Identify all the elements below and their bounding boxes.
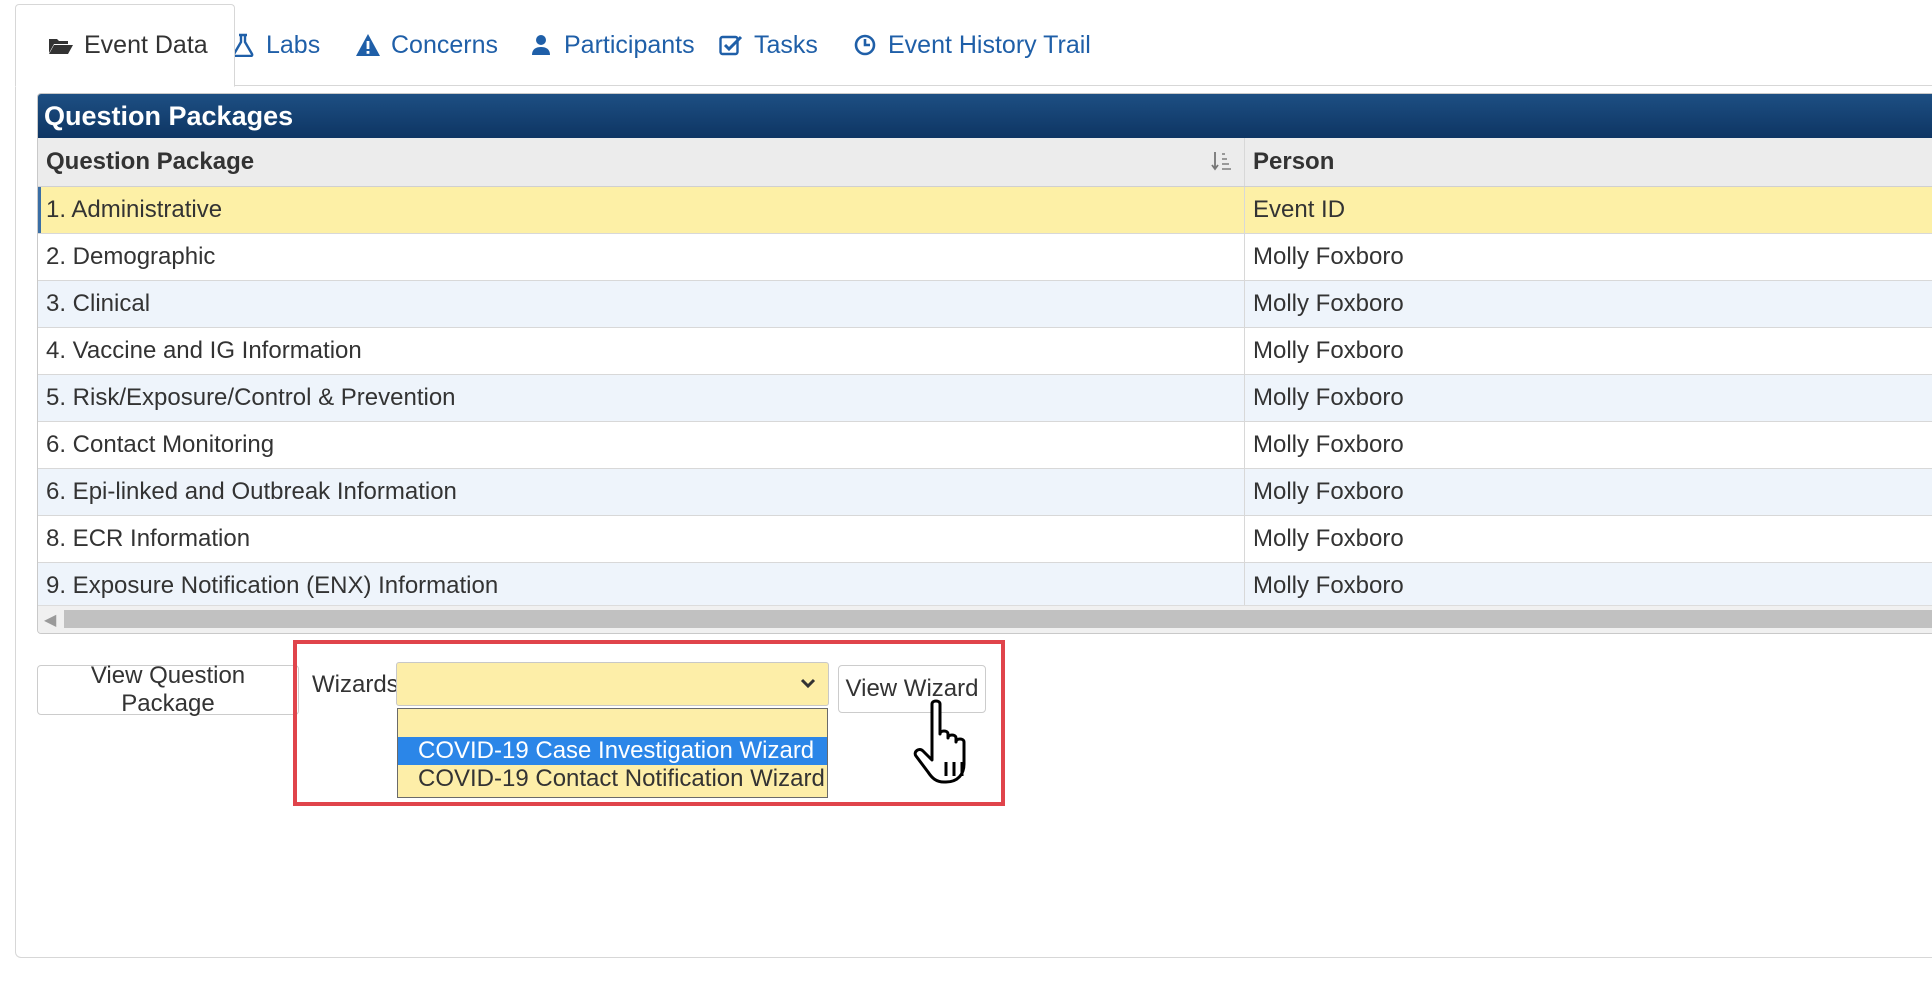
column-header-person[interactable]: Person [1245, 138, 1932, 186]
scrollbar-thumb[interactable] [64, 610, 1932, 628]
table-row[interactable]: 3. Clinical Molly Foxboro [38, 281, 1932, 328]
table-row[interactable]: 8. ECR Information Molly Foxboro [38, 516, 1932, 563]
person-cell: Molly Foxboro [1253, 243, 1404, 270]
tab-label: Labs [266, 30, 321, 59]
grid-title: Question Packages [38, 94, 1932, 138]
person-cell: Molly Foxboro [1253, 431, 1404, 458]
question-package-cell: 9. Exposure Notification (ENX) Informati… [38, 563, 1245, 609]
user-icon [526, 32, 556, 58]
person-cell: Molly Foxboro [1253, 572, 1404, 599]
folder-open-icon [46, 33, 76, 59]
horizontal-scrollbar[interactable]: ◀ [38, 605, 1932, 633]
tab-event-data[interactable]: Event Data [15, 4, 235, 87]
question-package-cell: 4. Vaccine and IG Information [38, 328, 1245, 374]
table-row[interactable]: 6. Epi-linked and Outbreak Information M… [38, 469, 1932, 516]
warning-icon [353, 32, 383, 58]
hand-pointer-cursor-icon [910, 698, 990, 790]
clock-icon [850, 32, 880, 58]
person-cell: Molly Foxboro [1253, 384, 1404, 411]
table-row[interactable]: 2. Demographic Molly Foxboro [38, 234, 1932, 281]
annotation-highlight-box [293, 640, 1005, 806]
question-package-cell: 5. Risk/Exposure/Control & Prevention [38, 375, 1245, 421]
question-package-cell: 1. Administrative [38, 187, 1245, 233]
question-package-cell: 6. Contact Monitoring [38, 422, 1245, 468]
question-package-cell: 3. Clinical [38, 281, 1245, 327]
person-cell: Molly Foxboro [1253, 525, 1404, 552]
question-package-cell: 2. Demographic [38, 234, 1245, 280]
sort-icon[interactable] [1210, 150, 1232, 172]
check-square-icon [716, 32, 746, 58]
table-row[interactable]: 5. Risk/Exposure/Control & Prevention Mo… [38, 375, 1932, 422]
tab-concerns[interactable]: Concerns [353, 4, 498, 86]
column-header-question-package[interactable]: Question Package [38, 138, 1245, 186]
tab-label: Concerns [391, 30, 498, 59]
person-cell: Molly Foxboro [1253, 478, 1404, 505]
table-row[interactable]: 1. Administrative Event ID [38, 187, 1932, 234]
table-row[interactable]: 6. Contact Monitoring Molly Foxboro [38, 422, 1932, 469]
table-row[interactable]: 9. Exposure Notification (ENX) Informati… [38, 563, 1932, 610]
tab-participants[interactable]: Participants [526, 4, 695, 86]
grid-header: Question Package Person [38, 138, 1932, 187]
tab-label: Event Data [84, 31, 208, 59]
person-cell: Event ID [1253, 196, 1346, 223]
tab-labs[interactable]: Labs [228, 4, 320, 86]
tab-tasks[interactable]: Tasks [716, 4, 818, 86]
view-question-package-button[interactable]: View Question Package [37, 662, 299, 717]
tab-label: Event History Trail [888, 30, 1091, 59]
question-package-cell: 6. Epi-linked and Outbreak Information [38, 469, 1245, 515]
person-cell: Molly Foxboro [1253, 337, 1404, 364]
tab-event-history-trail[interactable]: Event History Trail [850, 4, 1091, 86]
scroll-left-arrow-icon[interactable]: ◀ [44, 610, 56, 630]
question-package-cell: 8. ECR Information [38, 516, 1245, 562]
tab-label: Participants [564, 30, 695, 59]
question-packages-grid: Question Packages Question Package Perso… [37, 93, 1932, 634]
person-cell: Molly Foxboro [1253, 290, 1404, 317]
tab-bar: Event Data Labs Concerns Participants Ta… [0, 0, 1932, 87]
table-row[interactable]: 4. Vaccine and IG Information Molly Foxb… [38, 328, 1932, 375]
tab-label: Tasks [754, 30, 818, 59]
